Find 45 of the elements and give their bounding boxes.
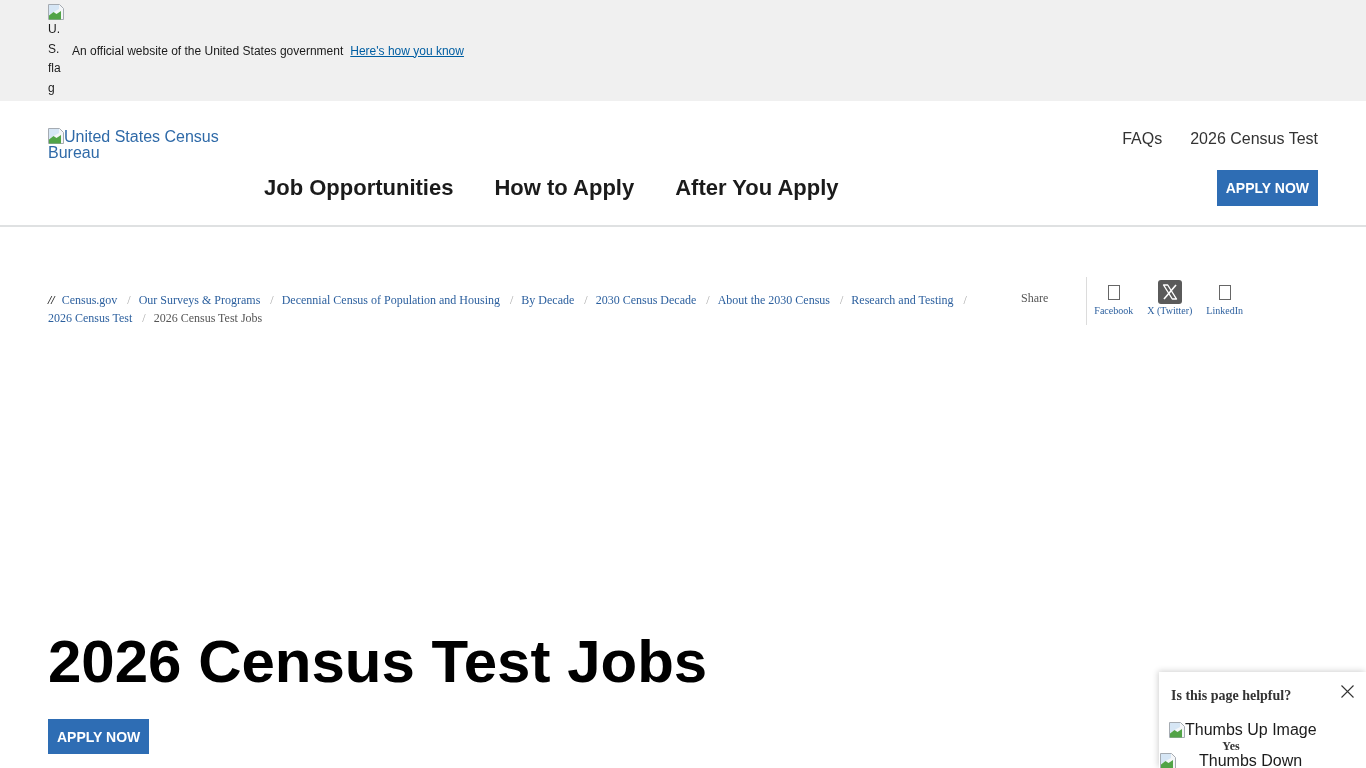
breadcrumb-link[interactable]: 2030 Census Decade	[595, 291, 697, 309]
breadcrumb-link[interactable]: Research and Testing	[851, 291, 954, 309]
breadcrumb-separator: /	[705, 292, 711, 309]
utility-link[interactable]: FAQs	[1122, 129, 1163, 149]
image-icon	[48, 4, 64, 20]
breadcrumb-link[interactable]: Our Surveys & Programs	[138, 291, 261, 309]
breadcrumb-separator: /	[962, 292, 968, 309]
breadcrumb-separator: /	[269, 292, 275, 309]
breadcrumb-link[interactable]: Census.gov	[61, 291, 118, 309]
square-outline-icon	[1218, 284, 1231, 300]
apply-now-button[interactable]: APPLY NOW	[48, 719, 150, 754]
breadcrumb-separator: /	[141, 310, 147, 327]
breadcrumb-separator: /	[583, 292, 589, 309]
breadcrumb-separator: /	[126, 292, 132, 309]
utility-link[interactable]: 2026 Census Test	[1190, 129, 1318, 149]
x-logo-icon	[1157, 280, 1182, 304]
thumbs-down-button[interactable]: Thumbs Down	[1160, 753, 1303, 768]
breadcrumb-separator: /	[509, 292, 515, 309]
image-alt-text: Thumbs Up Image	[1185, 721, 1317, 739]
breadcrumb-link[interactable]: About the 2030 Census	[717, 291, 830, 309]
yes-button[interactable]: Thumbs Up Image Yes	[1169, 721, 1317, 753]
close-icon[interactable]	[1341, 685, 1354, 698]
apply-now-button[interactable]: APPLY NOW	[1216, 170, 1318, 206]
image-icon	[48, 128, 64, 144]
flag-alt-text: U.S. flag	[48, 21, 62, 97]
feedback-question: Is this page helpful?	[1171, 688, 1292, 704]
share-label: Share	[1021, 290, 1049, 307]
how-you-know-link[interactable]: Here's how you know	[350, 43, 464, 58]
share-link[interactable]: X (Twitter)	[1147, 277, 1193, 325]
square-outline-icon	[1107, 284, 1120, 300]
share-link[interactable]: Facebook	[1094, 277, 1134, 325]
breadcrumb-link[interactable]: Decennial Census of Population and Housing	[281, 291, 500, 309]
page-title: 2026 Census Test Jobs	[48, 627, 708, 697]
breadcrumb-link[interactable]: 2026 Census Test	[48, 309, 133, 327]
breadcrumb-current: 2026 Census Test Jobs	[153, 310, 263, 327]
nav-link[interactable]: How to Apply	[494, 175, 635, 201]
official-site-text: An official website of the United States government	[72, 43, 344, 58]
image-icon	[1169, 722, 1185, 738]
breadcrumb-link[interactable]: By Decade	[521, 291, 575, 309]
logo-alt-link[interactable]: United States Census Bureau	[48, 128, 226, 161]
share-link[interactable]: LinkedIn	[1206, 277, 1243, 325]
breadcrumb-prefix: //	[48, 292, 55, 309]
nav-link[interactable]: After You Apply	[675, 175, 839, 201]
breadcrumb-separator: /	[839, 292, 845, 309]
nav-link[interactable]: Job Opportunities	[264, 175, 454, 201]
